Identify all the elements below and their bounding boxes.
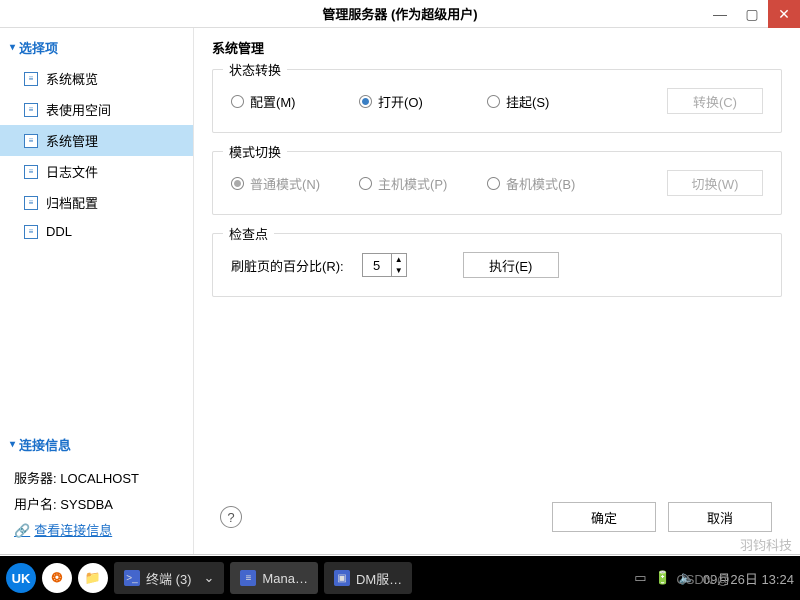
status-group-label: 状态转换 xyxy=(223,60,287,79)
task-icon: ▣ xyxy=(334,570,350,586)
radio-suspend[interactable]: 挂起(S) xyxy=(487,92,597,111)
sidebar-item-2[interactable]: ≡系统管理 xyxy=(0,125,193,156)
spinner-down-icon[interactable]: ▼ xyxy=(392,265,406,276)
close-button[interactable]: ✕ xyxy=(768,0,800,28)
convert-button: 转换(C) xyxy=(667,88,763,114)
network-icon[interactable]: ▭ xyxy=(634,570,646,586)
doc-icon: ≡ xyxy=(24,196,38,210)
taskbar-task-1[interactable]: ≡Mana… xyxy=(230,562,318,594)
status-group: 状态转换 配置(M) 打开(O) 挂起(S) 转换(C) xyxy=(212,69,782,133)
sidebar-item-5[interactable]: ≡DDL xyxy=(0,218,193,245)
window-title: 管理服务器 (作为超级用户) xyxy=(322,4,477,23)
main-panel: 系统管理 状态转换 配置(M) 打开(O) 挂起(S) 转换(C) 模式切换 普… xyxy=(194,28,800,554)
cancel-button[interactable]: 取消 xyxy=(668,502,772,532)
radio-normal: 普通模式(N) xyxy=(231,174,341,193)
doc-icon: ≡ xyxy=(24,134,38,148)
doc-icon: ≡ xyxy=(24,225,38,239)
pct-input[interactable] xyxy=(363,254,391,276)
taskbar-task-0[interactable]: >_终端 (3)⌄ xyxy=(114,562,224,594)
doc-icon: ≡ xyxy=(24,165,38,179)
taskbar: UK ❂ 📁 >_终端 (3)⌄≡Mana…▣DM服… ▭ 🔋 🔈 09月26日… xyxy=(0,556,800,600)
spinner-up-icon[interactable]: ▲ xyxy=(392,254,406,265)
mode-group: 模式切换 普通模式(N) 主机模式(P) 备机模式(B) 切换(W) xyxy=(212,151,782,215)
start-button[interactable]: UK xyxy=(6,563,36,593)
checkpoint-group-label: 检查点 xyxy=(223,224,274,243)
sidebar-item-3[interactable]: ≡日志文件 xyxy=(0,156,193,187)
checkpoint-group: 检查点 刷脏页的百分比(R): ▲▼ 执行(E) xyxy=(212,233,782,297)
radio-open[interactable]: 打开(O) xyxy=(359,92,469,111)
help-icon[interactable]: ? xyxy=(220,506,242,528)
task-icon: >_ xyxy=(124,570,140,586)
doc-icon: ≡ xyxy=(24,72,38,86)
files-icon[interactable]: 📁 xyxy=(78,563,108,593)
sidebar-item-1[interactable]: ≡表使用空间 xyxy=(0,94,193,125)
titlebar: 管理服务器 (作为超级用户) — ▢ ✕ xyxy=(0,0,800,28)
sidebar-item-4[interactable]: ≡归档配置 xyxy=(0,187,193,218)
execute-button[interactable]: 执行(E) xyxy=(463,252,559,278)
pct-spinner[interactable]: ▲▼ xyxy=(362,253,407,277)
pct-label: 刷脏页的百分比(R): xyxy=(231,256,344,275)
mode-group-label: 模式切换 xyxy=(223,142,287,161)
user-label: 用户名: SYSDBA xyxy=(14,492,179,518)
doc-icon: ≡ xyxy=(24,103,38,117)
view-connection-link[interactable]: 🔗查看连接信息 xyxy=(14,518,179,544)
sidebar-section-connection[interactable]: 连接信息 xyxy=(0,429,193,460)
sidebar: 选择项 ≡系统概览≡表使用空间≡系统管理≡日志文件≡归档配置≡DDL 连接信息 … xyxy=(0,28,194,554)
sound-icon[interactable]: 🔈 xyxy=(679,570,695,586)
radio-primary: 主机模式(P) xyxy=(359,174,469,193)
taskbar-task-2[interactable]: ▣DM服… xyxy=(324,562,412,594)
server-label: 服务器: LOCALHOST xyxy=(14,466,179,492)
radio-standby: 备机模式(B) xyxy=(487,174,597,193)
firefox-icon[interactable]: ❂ xyxy=(42,563,72,593)
battery-icon[interactable]: 🔋 xyxy=(655,570,671,586)
maximize-button[interactable]: ▢ xyxy=(736,0,768,28)
sidebar-section-options[interactable]: 选择项 xyxy=(0,32,193,63)
radio-config[interactable]: 配置(M) xyxy=(231,92,341,111)
main-heading: 系统管理 xyxy=(212,38,782,57)
minimize-button[interactable]: — xyxy=(704,0,736,28)
ok-button[interactable]: 确定 xyxy=(552,502,656,532)
switch-button: 切换(W) xyxy=(667,170,763,196)
clock[interactable]: 09月26日 13:24 xyxy=(703,569,794,588)
task-icon: ≡ xyxy=(240,570,256,586)
sidebar-item-0[interactable]: ≡系统概览 xyxy=(0,63,193,94)
